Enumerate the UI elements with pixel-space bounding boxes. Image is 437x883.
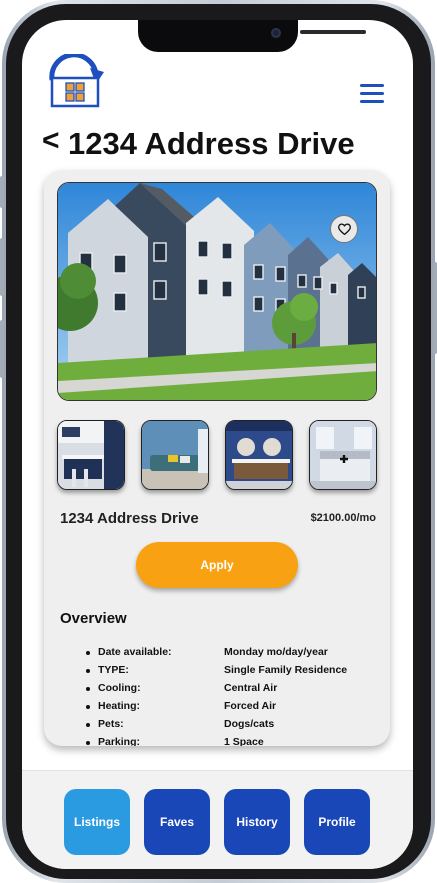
gallery-thumb-bathroom[interactable] [225,420,293,490]
nav-profile-button[interactable]: Profile [304,789,370,855]
house-refresh-logo[interactable] [44,52,108,108]
listing-card: 1234 Address Drive $2100.00/mo Apply Ove… [44,170,390,746]
detail-cooling: Cooling: Central Air [86,681,386,699]
detail-label: Heating: [98,700,140,712]
detail-value: Dogs/cats [224,718,275,730]
page-title: 1234 Address Drive [68,126,355,161]
detail-pets: Pets: Dogs/cats [86,717,386,735]
detail-type: TYPE: Single Family Residence [86,663,386,681]
heart-icon [337,223,351,235]
notch [138,20,366,52]
detail-label: Parking: [98,736,141,746]
app-screen: < 1234 Address Drive 1234 Address Drive … [22,20,413,869]
mute-switch [0,176,4,208]
back-chevron-icon[interactable]: < [42,126,64,156]
nav-history-button[interactable]: History [224,789,290,855]
hamburger-icon[interactable] [360,84,384,104]
details-list: Date available: Monday mo/day/year TYPE:… [86,645,386,746]
volume-up-button [0,238,4,296]
detail-value: Forced Air [224,700,277,712]
detail-label: Date available: [98,646,172,658]
detail-heating: Heating: Forced Air [86,699,386,717]
detail-parking: Parking: 1 Space [86,735,386,746]
favorite-button[interactable] [330,215,358,243]
detail-value: Monday mo/day/year [224,646,328,658]
power-button [433,262,437,354]
gallery-thumb-bedroom[interactable] [309,420,377,490]
detail-date-available: Date available: Monday mo/day/year [86,645,386,663]
detail-value: 1 Space [224,736,264,746]
detail-value: Single Family Residence [224,664,348,676]
overview-heading: Overview [60,610,127,627]
nav-listings-button[interactable]: Listings [64,789,130,855]
detail-label: Cooling: [98,682,141,694]
speaker-grille [300,30,366,34]
gallery-thumb-kitchen[interactable] [57,420,125,490]
apply-button[interactable]: Apply [136,542,298,588]
detail-value: Central Air [224,682,278,694]
front-camera [271,28,281,38]
detail-label: TYPE: [98,664,129,676]
detail-label: Pets: [98,718,124,730]
listing-price: $2100.00/mo [310,512,376,524]
gallery-thumb-living-room[interactable] [141,420,209,490]
bottom-nav: Listings Faves History Profile [22,770,413,869]
listing-name: 1234 Address Drive [60,510,199,527]
hero-photo[interactable] [57,182,377,401]
nav-faves-button[interactable]: Faves [144,789,210,855]
volume-down-button [0,320,4,378]
